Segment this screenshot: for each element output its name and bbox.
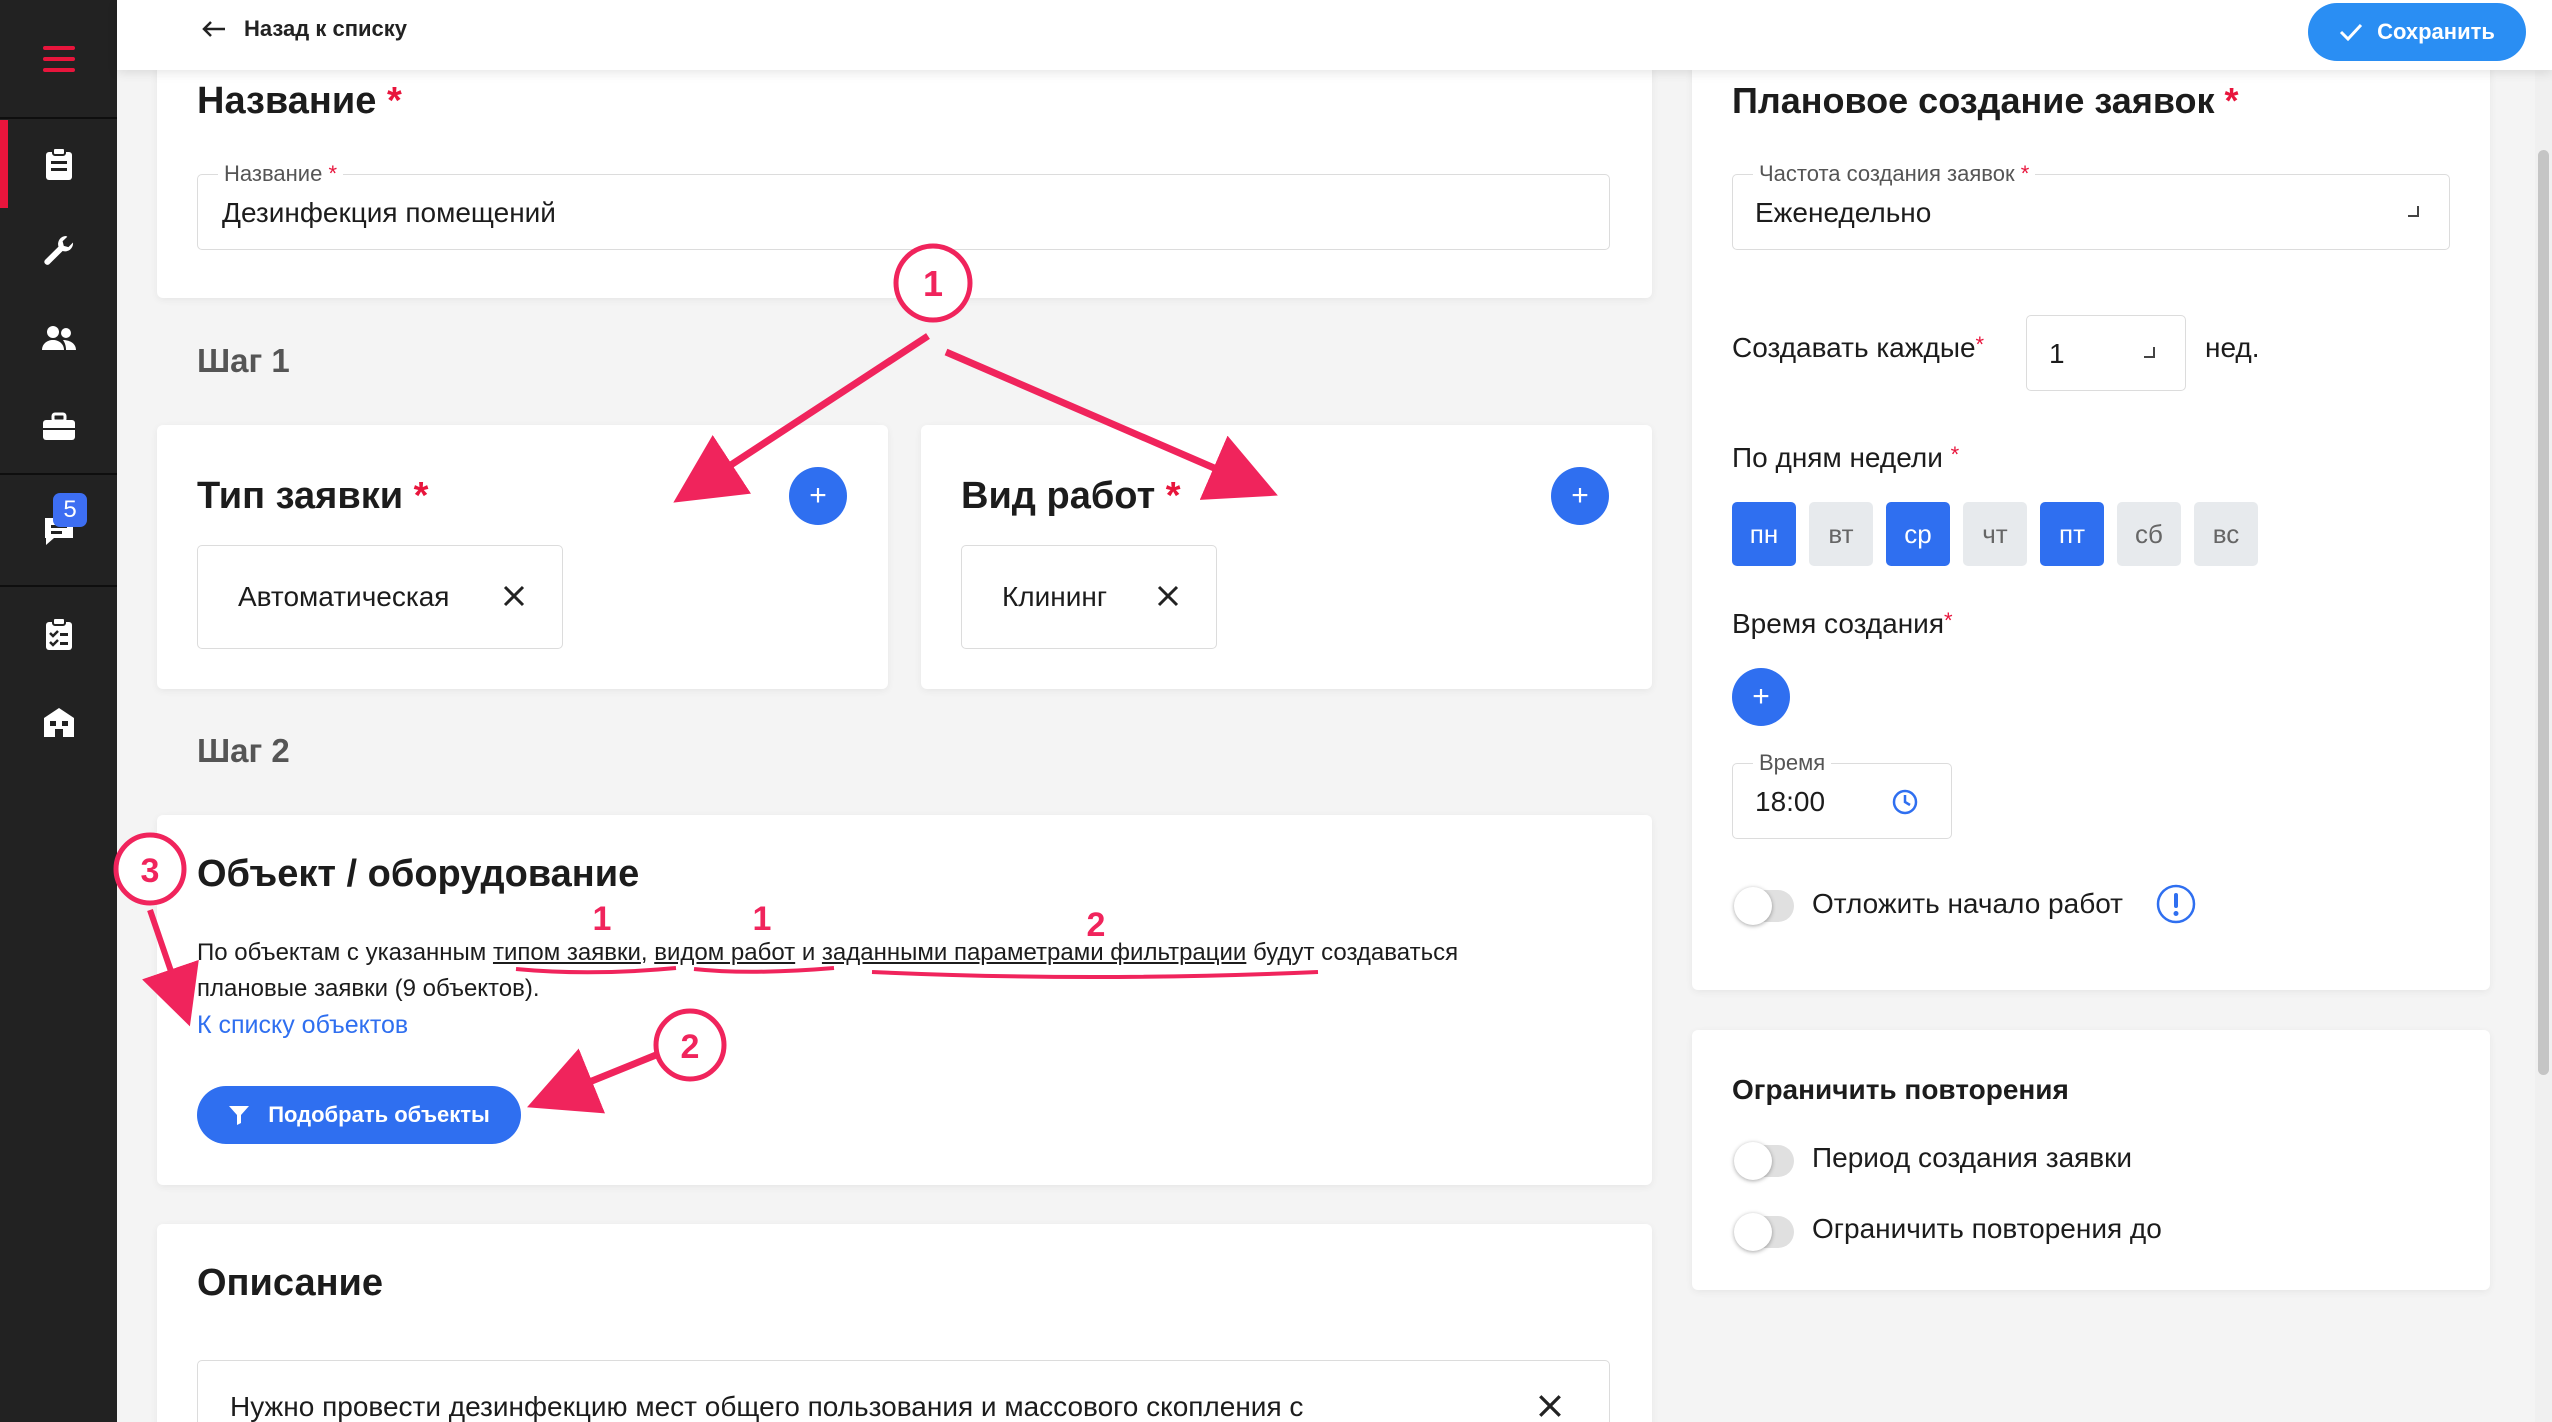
every-label: Создавать каждые* xyxy=(1732,332,1985,363)
request-type-chip-label: Автоматическая xyxy=(238,581,450,612)
limit-until-label: Ограничить повторения до xyxy=(1812,1213,2162,1244)
work-type-title: Вид работ * xyxy=(961,475,1181,517)
limits-title: Ограничить повторения xyxy=(1732,1074,2069,1105)
top-bar: Назад к списку Сохранить xyxy=(117,0,2552,70)
frequency-select[interactable]: Частота создания заявок * Еженедельно xyxy=(1732,161,2450,250)
name-field[interactable]: Название * Дезинфекция помещений xyxy=(197,161,1610,250)
clock-icon[interactable] xyxy=(1891,788,1919,816)
resize-corner-icon xyxy=(2144,347,2155,358)
sidebar-item-maintenance[interactable] xyxy=(0,207,117,295)
sidebar-item-chat[interactable]: 5 xyxy=(0,487,117,575)
weekday-пн[interactable]: пн xyxy=(1732,502,1796,566)
weekday-чт[interactable]: чт xyxy=(1963,502,2027,566)
select-objects-label: Подобрать объекты xyxy=(268,1102,490,1127)
close-icon[interactable] xyxy=(502,584,526,608)
chat-badge: 5 xyxy=(53,493,87,527)
sidebar-item-checklists[interactable] xyxy=(0,590,117,678)
frequency-value: Еженедельно xyxy=(1755,197,1932,228)
delay-start-label: Отложить начало работ xyxy=(1812,888,2124,919)
weekday-сб[interactable]: сб xyxy=(2117,502,2181,566)
step-2-label: Шаг 2 xyxy=(197,732,290,769)
description-title: Описание xyxy=(197,1262,384,1304)
every-value: 1 xyxy=(2049,338,2065,369)
name-card: Название * Название * Дезинфекция помеще… xyxy=(157,40,1652,298)
time-label: Время создания* xyxy=(1732,608,1953,639)
sidebar-divider xyxy=(0,585,117,587)
building-icon xyxy=(43,708,74,737)
clipboard-icon xyxy=(45,147,72,180)
checklist-icon xyxy=(45,617,72,650)
request-type-term: типом заявки xyxy=(492,939,641,966)
sidebar-item-contracts[interactable] xyxy=(0,383,117,471)
close-icon[interactable] xyxy=(1156,584,1180,608)
filter-icon xyxy=(229,1106,250,1125)
every-unit: нед. xyxy=(2205,332,2260,363)
description-field[interactable]: Нужно провести дезинфекцию мест общего п… xyxy=(197,1360,1610,1422)
scrollbar[interactable] xyxy=(2535,70,2552,1422)
work-type-chip: Клининг xyxy=(961,545,1217,649)
save-label: Сохранить xyxy=(2377,19,2495,44)
period-label: Период создания заявки xyxy=(1812,1142,2133,1173)
save-button[interactable]: Сохранить xyxy=(2308,3,2526,61)
description-card: Описание Нужно провести дезинфекцию мест… xyxy=(157,1224,1652,1422)
users-icon xyxy=(41,326,76,350)
add-time-button[interactable]: + xyxy=(1732,668,1790,726)
period-toggle[interactable] xyxy=(1734,1142,1794,1180)
object-card: Объект / оборудование По объектам с указ… xyxy=(157,815,1652,1185)
weekday-вт[interactable]: вт xyxy=(1809,502,1873,566)
filter-params-term: заданными параметрами фильтрации xyxy=(821,939,1247,966)
object-description: По объектам с указанным типом заявки, ви… xyxy=(197,939,1459,966)
request-type-card: Тип заявки * + Автоматическая xyxy=(157,425,888,689)
scrollbar-thumb[interactable] xyxy=(2538,150,2549,1075)
weekday-пт[interactable]: пт xyxy=(2040,502,2104,566)
work-type-chip-label: Клининг xyxy=(1002,581,1108,612)
work-type-term: видом работ xyxy=(654,939,796,966)
select-objects-button[interactable]: Подобрать объекты xyxy=(197,1086,521,1144)
weekdays-label: По дням недели * xyxy=(1732,442,1960,473)
object-description-line2: плановые заявки (9 объектов). xyxy=(197,975,540,1002)
name-card-title: Название * xyxy=(197,80,402,122)
delay-start-toggle[interactable] xyxy=(1734,887,1794,925)
info-icon[interactable] xyxy=(2155,883,2197,925)
menu-icon[interactable] xyxy=(0,0,117,117)
time-value: 18:00 xyxy=(1755,786,1826,817)
frequency-label: Частота создания заявок * xyxy=(1753,161,2036,187)
sidebar-item-users[interactable] xyxy=(0,295,117,383)
time-field-label: Время xyxy=(1753,750,1832,776)
time-field[interactable]: Время 18:00 xyxy=(1732,750,1952,839)
sidebar: 5 xyxy=(0,0,117,1422)
add-work-type-button[interactable]: + xyxy=(1551,467,1609,525)
wrench-icon xyxy=(43,236,73,265)
planning-title: Плановое создание заявок * xyxy=(1732,80,2239,121)
every-input[interactable]: 1 xyxy=(2026,315,2186,391)
arrow-left-icon xyxy=(202,21,225,37)
add-request-type-button[interactable]: + xyxy=(789,467,847,525)
step-1-label: Шаг 1 xyxy=(197,342,290,379)
description-text: Нужно провести дезинфекцию мест общего п… xyxy=(230,1391,1304,1422)
request-type-chip: Автоматическая xyxy=(197,545,563,649)
sidebar-divider xyxy=(0,117,117,119)
name-field-value: Дезинфекция помещений xyxy=(222,197,556,228)
back-label: Назад к списку xyxy=(244,16,408,41)
briefcase-icon xyxy=(42,412,75,440)
back-to-list-link[interactable]: Назад к списку xyxy=(202,16,407,42)
check-icon xyxy=(2340,23,2363,41)
request-type-title: Тип заявки * xyxy=(197,475,429,517)
limits-card: Ограничить повторения Период создания за… xyxy=(1692,1030,2490,1290)
resize-corner-icon xyxy=(2408,206,2419,217)
work-type-card: Вид работ * + Клининг xyxy=(921,425,1652,689)
limit-until-toggle[interactable] xyxy=(1734,1213,1794,1251)
sidebar-divider xyxy=(0,473,117,475)
sidebar-item-buildings[interactable] xyxy=(0,678,117,766)
objects-list-link[interactable]: К списку объектов xyxy=(197,1011,408,1040)
weekday-вс[interactable]: вс xyxy=(2194,502,2258,566)
object-card-title: Объект / оборудование xyxy=(197,853,640,895)
name-field-label: Название * xyxy=(218,161,343,187)
sidebar-item-requests[interactable] xyxy=(0,120,117,208)
weekday-ср[interactable]: ср xyxy=(1886,502,1950,566)
planning-card: Плановое создание заявок * Частота созда… xyxy=(1692,40,2490,990)
close-icon[interactable] xyxy=(1537,1393,1563,1419)
